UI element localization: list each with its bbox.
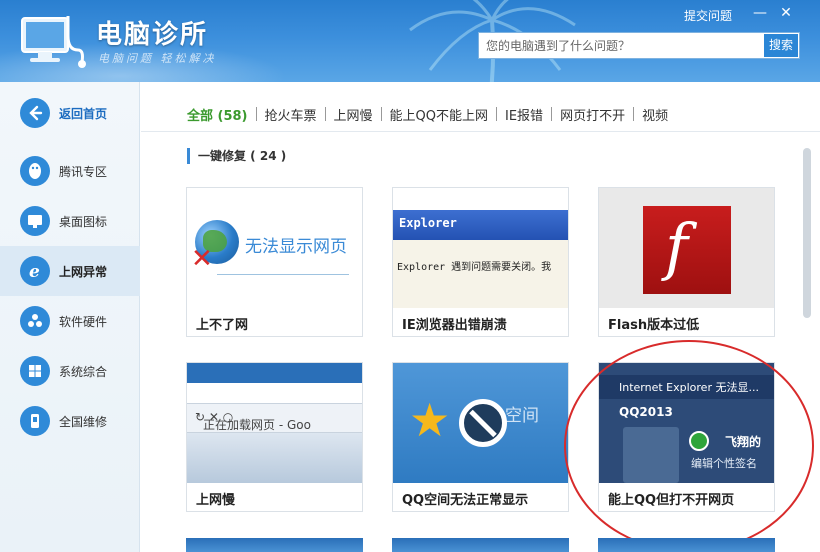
app-title: 电脑诊所 bbox=[96, 20, 209, 50]
sidebar-item-label: 桌面图标 bbox=[59, 214, 108, 229]
sidebar-item-home[interactable]: 返回首页 bbox=[0, 88, 140, 138]
tab-slow-internet[interactable]: 上网慢 bbox=[326, 105, 381, 124]
dialog-title-bar: Explorer bbox=[393, 210, 568, 240]
fix-card-no-internet[interactable]: ✕ 无法显示网页 上不了网 bbox=[186, 187, 363, 337]
section-label-text: 一键修复 ( 24 ) bbox=[198, 149, 287, 163]
tab-train-tickets[interactable]: 抢火车票 bbox=[257, 105, 325, 124]
card-thumbnail: ✕ 无法显示网页 bbox=[187, 188, 362, 308]
sidebar-item-network[interactable]: e 上网异常 bbox=[0, 246, 140, 296]
tab-all[interactable]: 全部 (58) bbox=[187, 105, 256, 124]
tab-video[interactable]: 视频 bbox=[634, 105, 676, 124]
app-subtitle: 电脑问题 轻松解决 bbox=[98, 52, 217, 65]
sidebar-item-label: 软件硬件 bbox=[59, 314, 108, 329]
tab-qq-no-internet[interactable]: 能上QQ不能上网 bbox=[382, 105, 496, 124]
fix-card-ie-crash[interactable]: Explorer Explorer 遇到问题需要关闭。我 IE浏览器出错崩溃 bbox=[392, 187, 569, 337]
app-header: 电脑诊所 电脑问题 轻松解决 提交问题 — ✕ 搜索 bbox=[0, 0, 820, 82]
card-title: 上网慢 bbox=[196, 493, 236, 508]
penguin-icon bbox=[20, 156, 50, 186]
thumb-text: Explorer 遇到问题需要关闭。我 bbox=[397, 262, 552, 273]
thumb-header: Explorer bbox=[399, 216, 457, 230]
phone-icon bbox=[20, 406, 50, 436]
browser-body bbox=[187, 433, 362, 483]
hardware-icon bbox=[20, 306, 50, 336]
sidebar: 返回首页 腾讯专区 桌面图标 e 上网异常 软件硬件 系统综合 全国维修 bbox=[0, 82, 140, 552]
submit-issue-link[interactable]: 提交问题 bbox=[684, 7, 732, 24]
card-title: IE浏览器出错崩溃 bbox=[402, 318, 507, 333]
card-title: 上不了网 bbox=[196, 318, 249, 333]
monitor-icon bbox=[20, 206, 50, 236]
next-card-peek bbox=[186, 538, 363, 552]
sidebar-item-label: 腾讯专区 bbox=[59, 164, 108, 179]
tabs-divider bbox=[141, 131, 820, 132]
highlight-circle bbox=[564, 340, 814, 552]
tab-page-wont-open[interactable]: 网页打不开 bbox=[552, 105, 633, 124]
sidebar-item-label: 系统综合 bbox=[59, 364, 108, 379]
svg-text:e: e bbox=[29, 262, 40, 281]
sidebar-item-label: 返回首页 bbox=[59, 106, 108, 121]
thumb-text: 空间 bbox=[505, 406, 539, 426]
flash-f-glyph: f bbox=[665, 210, 688, 283]
thumb-text: ↻ ✕ ○ 正在加载网页 - Goo bbox=[195, 410, 311, 432]
card-thumbnail: ↻ ✕ ○ 正在加载网页 - Goo bbox=[187, 363, 362, 483]
next-card-peek bbox=[392, 538, 569, 552]
fix-card-flash-outdated[interactable]: f Flash版本过低 bbox=[598, 187, 775, 337]
stethoscope-monitor-icon bbox=[21, 16, 86, 68]
card-thumbnail: ★ 空间 bbox=[393, 363, 568, 483]
ie-icon: e bbox=[20, 256, 50, 286]
browser-nav-bar: ↻ ✕ ○ 正在加载网页 - Goo bbox=[187, 403, 362, 433]
card-title: QQ空间无法正常显示 bbox=[402, 493, 529, 508]
scrollbar[interactable] bbox=[803, 148, 811, 318]
search-input[interactable] bbox=[479, 33, 765, 58]
red-x-icon: ✕ bbox=[191, 244, 213, 274]
loading-text: 正在加载网页 - Goo bbox=[203, 418, 311, 432]
dialog-body bbox=[393, 240, 568, 308]
sidebar-item-tencent[interactable]: 腾讯专区 bbox=[0, 146, 140, 196]
browser-top-bar bbox=[187, 363, 362, 383]
sidebar-item-label: 上网异常 bbox=[59, 264, 108, 279]
back-arrow-icon bbox=[20, 98, 50, 128]
next-card-peek bbox=[598, 538, 775, 552]
main-content: 全部 (58) 抢火车票 上网慢 能上QQ不能上网 IE报错 网页打不开 视频 … bbox=[141, 82, 820, 552]
windows-icon bbox=[20, 356, 50, 386]
thumb-underline bbox=[217, 274, 349, 275]
minimize-icon[interactable]: — bbox=[752, 5, 768, 21]
card-thumbnail: f bbox=[599, 188, 774, 308]
sidebar-item-system[interactable]: 系统综合 bbox=[0, 346, 140, 396]
qzone-star-icon: ★ bbox=[409, 393, 451, 447]
thumb-text: 无法显示网页 bbox=[245, 237, 347, 257]
search-button[interactable]: 搜索 bbox=[764, 34, 798, 57]
sidebar-item-label: 全国维修 bbox=[59, 414, 108, 429]
fix-card-slow-internet[interactable]: ↻ ✕ ○ 正在加载网页 - Goo 上网慢 bbox=[186, 362, 363, 512]
tab-ie-error[interactable]: IE报错 bbox=[497, 105, 551, 124]
card-title: Flash版本过低 bbox=[608, 318, 700, 333]
sidebar-item-hardware[interactable]: 软件硬件 bbox=[0, 296, 140, 346]
fix-card-qzone-display[interactable]: ★ 空间 QQ空间无法正常显示 bbox=[392, 362, 569, 512]
card-thumbnail: Explorer Explorer 遇到问题需要关闭。我 bbox=[393, 188, 568, 308]
sidebar-item-desktop-icons[interactable]: 桌面图标 bbox=[0, 196, 140, 246]
search-box: 搜索 bbox=[478, 32, 800, 59]
category-tabs: 全部 (58) 抢火车票 上网慢 能上QQ不能上网 IE报错 网页打不开 视频 bbox=[187, 104, 676, 124]
sidebar-item-repair[interactable]: 全国维修 bbox=[0, 396, 140, 446]
close-icon[interactable]: ✕ bbox=[778, 5, 794, 21]
blocked-icon bbox=[459, 399, 507, 447]
section-label: 一键修复 ( 24 ) bbox=[187, 148, 300, 164]
